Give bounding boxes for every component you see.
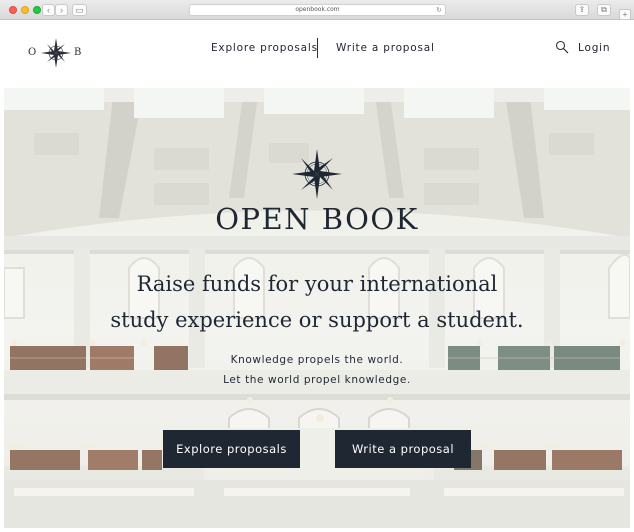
hero-tagline-line-2: Let the world propel knowledge. <box>223 374 411 386</box>
forward-button[interactable]: › <box>55 4 68 16</box>
sidebar-icon: ▭ <box>75 5 84 15</box>
minimize-window-button[interactable] <box>21 6 29 14</box>
show-tabs-button[interactable]: ⧉ <box>597 4 611 16</box>
hero-title: OPEN BOOK <box>215 202 419 236</box>
write-proposal-button[interactable]: Write a proposal <box>335 430 471 468</box>
site-logo[interactable]: O B <box>28 38 84 70</box>
hero-tagline: Knowledge propels the world. Let the wor… <box>4 350 630 390</box>
forward-arrow-icon: › <box>60 5 63 15</box>
hero-subtitle-line-2: study experience or support a student. <box>110 308 524 332</box>
nav-write-proposal-link[interactable]: Write a proposal <box>336 42 435 54</box>
nav-explore-proposals-link[interactable]: Explore proposals <box>211 42 318 54</box>
compass-rose-icon <box>41 38 71 68</box>
hero-tagline-line-1: Knowledge propels the world. <box>230 354 404 366</box>
maximize-window-button[interactable] <box>33 6 41 14</box>
close-window-button[interactable] <box>9 6 17 14</box>
address-bar[interactable]: openbook.com ↻ <box>189 4 446 16</box>
reload-icon[interactable]: ↻ <box>436 5 442 15</box>
login-link[interactable]: Login <box>578 42 610 54</box>
url-text: openbook.com <box>295 6 340 13</box>
share-icon: ⇪ <box>578 5 586 14</box>
site-header: O B Explore proposals Write a proposal L… <box>4 20 630 88</box>
share-button[interactable]: ⇪ <box>575 4 589 16</box>
hero-subtitle-line-1: Raise funds for your international <box>136 272 498 296</box>
sidebar-toggle-button[interactable]: ▭ <box>72 4 87 16</box>
hero-section: OPEN BOOK Raise funds for your internati… <box>4 88 630 528</box>
nav-divider <box>317 38 318 58</box>
hero-subtitle: Raise funds for your international study… <box>64 266 570 338</box>
new-tab-icon: + <box>622 10 628 19</box>
explore-proposals-button[interactable]: Explore proposals <box>163 430 300 468</box>
back-button[interactable]: ‹ <box>42 4 55 16</box>
tabs-icon: ⧉ <box>601 5 607 14</box>
logo-letter-right: B <box>74 47 82 58</box>
new-tab-button[interactable]: + <box>619 9 631 20</box>
browser-toolbar: ‹ › ▭ openbook.com ↻ ⇪ ⧉ + <box>0 0 634 20</box>
compass-rose-icon <box>292 149 342 199</box>
back-arrow-icon: ‹ <box>47 5 50 15</box>
search-icon[interactable] <box>555 40 569 54</box>
logo-letter-left: O <box>28 47 37 58</box>
